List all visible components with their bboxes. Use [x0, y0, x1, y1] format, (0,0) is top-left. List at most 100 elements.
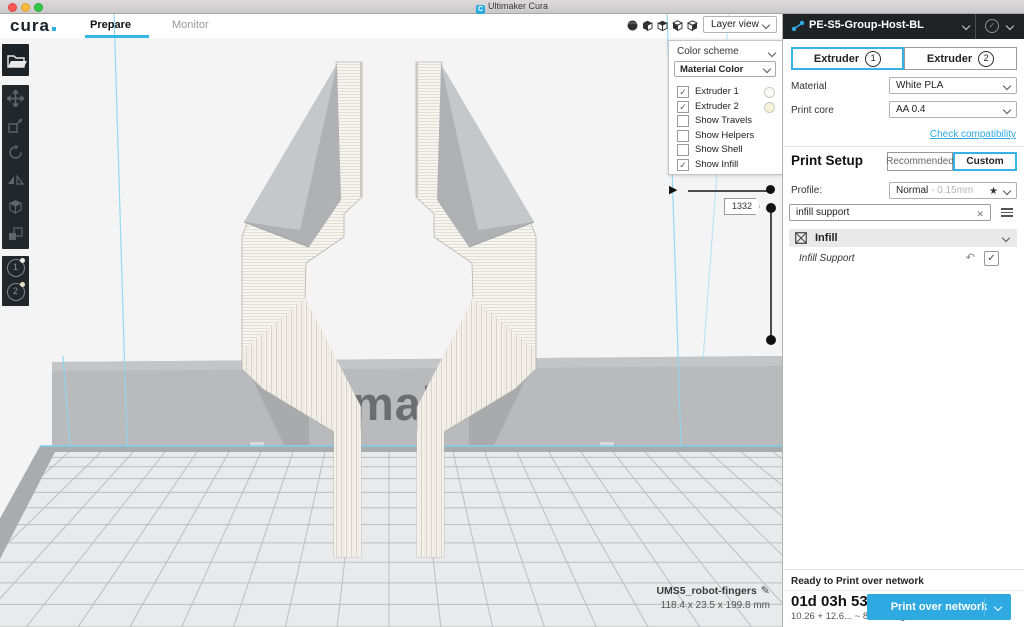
option-show-shell[interactable]: Show Shell	[675, 143, 779, 157]
printer-name: PE-S5-Group-Host-BL	[809, 19, 924, 31]
checkbox-show-helpers[interactable]	[677, 130, 689, 142]
chevron-down-icon	[763, 65, 771, 73]
option-extruder-1[interactable]: ✓ Extruder 1	[675, 85, 779, 99]
tab-extruder-1[interactable]: Extruder1	[791, 47, 904, 70]
layer-number-badge: 1332	[724, 198, 760, 215]
chevron-down-icon	[994, 603, 1002, 611]
simulation-slider-handle[interactable]	[766, 185, 775, 194]
material-dropdown[interactable]: White PLA	[889, 77, 1017, 94]
chevron-down-icon	[762, 21, 770, 29]
profile-dropdown[interactable]: Normal - 0.15mm ★	[889, 182, 1017, 199]
divider	[783, 146, 1024, 147]
view-front-icon[interactable]	[641, 19, 654, 32]
rotate-tool-button[interactable]	[2, 139, 29, 166]
setting-infill-support[interactable]: Infill Support ↶ ✓	[789, 251, 1017, 267]
chevron-down-icon	[1003, 187, 1011, 195]
per-model-settings-button[interactable]	[2, 193, 29, 220]
clear-search-icon[interactable]: ✕	[976, 207, 984, 222]
check-compatibility-link[interactable]: Check compatibility	[930, 129, 1016, 140]
cura-app-icon: C	[476, 5, 485, 14]
scale-tool-button[interactable]	[2, 112, 29, 139]
view-3d-icon[interactable]	[626, 19, 639, 32]
move-tool-button[interactable]	[2, 85, 29, 112]
window-title: CUltimaker Cura	[0, 1, 1024, 14]
network-printer-icon	[791, 20, 805, 32]
model-dimensions: 118.4 x 23.5 x 199.8 mm	[600, 600, 770, 611]
chevron-down-icon	[1003, 82, 1011, 90]
option-extruder-2[interactable]: ✓ Extruder 2	[675, 100, 779, 114]
reset-setting-icon[interactable]: ↶	[966, 251, 975, 264]
favorite-star-icon[interactable]: ★	[989, 184, 998, 200]
simulation-slider-track[interactable]	[688, 190, 772, 192]
printer-selector[interactable]: PE-S5-Group-Host-BL ✓	[783, 13, 1024, 39]
extruder-2-material-dot	[20, 282, 25, 287]
layer-slider-track[interactable]	[770, 206, 772, 341]
support-blocker-button[interactable]	[2, 220, 29, 247]
view-right-icon[interactable]	[686, 19, 699, 32]
model-name: UMS5_robot-fingers	[656, 585, 756, 597]
printer-dropdown-chevron-icon[interactable]	[962, 22, 970, 30]
settings-search-input[interactable]: infill support ✕	[789, 204, 991, 221]
material-label: Material	[791, 81, 827, 92]
extruder-select-panel: 1 2	[2, 256, 29, 306]
view-mode-dropdown[interactable]: Layer view	[703, 16, 777, 33]
collapse-panel-chevron-icon[interactable]	[768, 49, 776, 57]
simulation-play-button[interactable]: ▶	[669, 183, 677, 196]
layer-slider-lower-handle[interactable]	[766, 335, 776, 345]
color-scheme-title: Color scheme	[677, 46, 739, 57]
tab-prepare-underline	[85, 35, 149, 38]
infill-support-checkbox[interactable]: ✓	[984, 251, 999, 266]
section-collapse-chevron-icon[interactable]	[1002, 234, 1010, 242]
rename-pencil-icon[interactable]: ✎	[761, 585, 770, 597]
mode-custom-button[interactable]: Custom	[953, 152, 1017, 171]
infill-category-icon	[795, 232, 807, 244]
color-scheme-dropdown[interactable]: Material Color	[674, 61, 776, 77]
viewport-3d-scene[interactable]: mak	[0, 0, 782, 627]
print-core-dropdown[interactable]: AA 0.4	[889, 101, 1017, 118]
macos-titlebar: CUltimaker Cura	[0, 0, 1024, 14]
open-folder-icon	[2, 44, 29, 76]
status-dropdown-chevron-icon[interactable]	[1006, 22, 1014, 30]
settings-panel: PE-S5-Group-Host-BL ✓ Extruder1 Extruder…	[782, 13, 1024, 627]
checkbox-show-travels[interactable]	[677, 115, 689, 127]
view-top-icon[interactable]	[656, 19, 669, 32]
select-extruder-2-button[interactable]: 2	[2, 280, 29, 304]
print-core-label: Print core	[791, 105, 834, 116]
connection-status-icon[interactable]: ✓	[985, 19, 999, 33]
section-infill[interactable]: Infill	[789, 229, 1017, 247]
tool-panel	[2, 85, 29, 249]
option-show-travels[interactable]: Show Travels	[675, 114, 779, 128]
profile-label: Profile:	[791, 185, 822, 196]
header-divider	[975, 13, 976, 39]
settings-menu-icon[interactable]	[1001, 208, 1013, 217]
open-file-button[interactable]	[2, 44, 29, 76]
chevron-down-icon	[1003, 106, 1011, 114]
option-show-helpers[interactable]: Show Helpers	[675, 129, 779, 143]
extruder-1-material-dot	[20, 258, 25, 263]
model-info: UMS5_robot-fingers ✎ 118.4 x 23.5 x 199.8…	[600, 584, 770, 611]
cura-logo: cura	[10, 16, 56, 36]
checkbox-show-infill[interactable]: ✓	[677, 159, 689, 171]
print-over-network-button[interactable]: Print over network	[867, 594, 1011, 620]
checkbox-show-shell[interactable]	[677, 144, 689, 156]
button-divider	[984, 598, 985, 616]
tab-monitor[interactable]: Monitor	[172, 19, 209, 31]
ready-status-text: Ready to Print over network	[791, 576, 924, 587]
tab-prepare[interactable]: Prepare	[90, 19, 131, 31]
mirror-tool-button[interactable]	[2, 166, 29, 193]
view-left-icon[interactable]	[671, 19, 684, 32]
checkbox-extruder-1[interactable]: ✓	[677, 86, 689, 98]
option-show-infill[interactable]: ✓ Show Infill	[675, 158, 779, 172]
print-setup-title: Print Setup	[791, 153, 863, 168]
select-extruder-1-button[interactable]: 1	[2, 256, 29, 280]
extruder-1-color-swatch	[764, 87, 775, 98]
divider	[783, 569, 1024, 570]
layer-slider-upper-handle[interactable]	[766, 203, 776, 213]
cura-logo-dot-icon	[52, 27, 56, 31]
tab-extruder-2[interactable]: Extruder2	[904, 47, 1017, 70]
mode-recommended-button[interactable]: Recommended	[887, 152, 953, 171]
checkbox-extruder-2[interactable]: ✓	[677, 101, 689, 113]
color-scheme-panel: Color scheme Material Color ✓ Extruder 1…	[668, 40, 784, 175]
divider	[783, 590, 1024, 591]
extruder-2-color-swatch	[764, 102, 775, 113]
